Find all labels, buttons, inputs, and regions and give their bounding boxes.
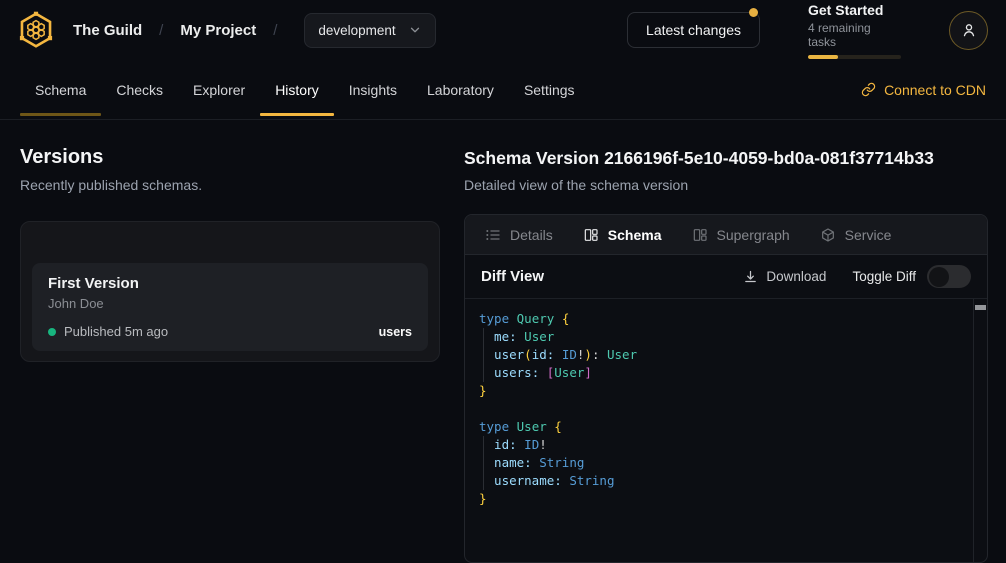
panel-tabs: Details Schema Supergraph Service (465, 215, 987, 255)
version-list-item[interactable]: First Version John Doe Published 5m ago … (32, 263, 428, 351)
nav-tabs: SchemaChecksExplorerHistoryInsightsLabor… (20, 60, 590, 119)
panel-tab-label: Schema (608, 227, 662, 243)
box-icon (820, 227, 836, 243)
schema-version-subtitle: Detailed view of the schema version (464, 176, 988, 194)
list-icon (485, 227, 501, 243)
get-started-title: Get Started (808, 2, 901, 18)
nav-tab-checks[interactable]: Checks (101, 60, 178, 119)
versions-subtitle: Recently published schemas. (20, 176, 440, 194)
code-line: type Query { (479, 310, 963, 328)
toggle-diff-switch[interactable] (927, 265, 971, 288)
toggle-diff-knob (929, 267, 949, 287)
connect-to-cdn-label: Connect to CDN (884, 82, 986, 98)
org-link[interactable]: The Guild (73, 22, 142, 39)
columns-icon (692, 227, 708, 243)
code-line: user(id: ID!): User (479, 346, 963, 364)
versions-section: Versions Recently published schemas. Fir… (20, 146, 440, 563)
schema-sdl-code[interactable]: type Query { me: User user(id: ID!): Use… (465, 299, 987, 518)
nav-tab-history[interactable]: History (260, 60, 334, 119)
version-author: John Doe (48, 296, 412, 312)
panel-tab-supergraph[interactable]: Supergraph (692, 227, 790, 243)
versions-title: Versions (20, 146, 440, 168)
get-started-subtitle: 4 remaining tasks (808, 21, 901, 49)
schema-code-viewer: type Query { me: User user(id: ID!): Use… (465, 299, 987, 562)
diff-toolbar: Diff View Download Toggle Diff (465, 255, 987, 299)
breadcrumb-separator: / (273, 22, 277, 39)
code-line: } (479, 490, 963, 508)
code-line: type User { (479, 418, 963, 436)
project-link[interactable]: My Project (180, 22, 256, 39)
panel-tab-label: Details (510, 227, 553, 243)
get-started-progressbar (808, 55, 901, 59)
code-line (479, 400, 963, 418)
nav-tab-schema[interactable]: Schema (20, 60, 101, 119)
panel-tab-label: Supergraph (717, 227, 790, 243)
download-icon (743, 269, 758, 284)
breadcrumb: The Guild / My Project / development (16, 10, 436, 50)
panel-tab-schema[interactable]: Schema (583, 227, 662, 243)
main-content: Versions Recently published schemas. Fir… (0, 120, 1006, 563)
code-line: name: String (479, 454, 963, 472)
diff-view-title: Diff View (481, 268, 544, 285)
code-line: id: ID! (479, 436, 963, 454)
breadcrumb-separator: / (159, 22, 163, 39)
schema-version-title: Schema Version 2166196f-5e10-4059-bd0a-0… (464, 147, 988, 169)
code-line: users: [User] (479, 364, 963, 382)
link-icon (861, 82, 876, 97)
download-button[interactable]: Download (743, 269, 826, 284)
published-status-dot (48, 328, 56, 336)
chevron-down-icon (408, 23, 422, 37)
version-status: Published 5m ago (64, 324, 168, 339)
notification-dot (749, 8, 758, 17)
version-name: First Version (48, 275, 412, 293)
get-started-widget[interactable]: Get Started 4 remaining tasks (808, 2, 901, 59)
schema-version-panel: Details Schema Supergraph Service Diff View… (464, 214, 988, 563)
hive-logo-icon[interactable] (16, 10, 56, 50)
panel-tab-details[interactable]: Details (485, 227, 553, 243)
main-nav: SchemaChecksExplorerHistoryInsightsLabor… (0, 60, 1006, 120)
nav-tab-explorer[interactable]: Explorer (178, 60, 260, 119)
environment-value: development (318, 23, 395, 38)
get-started-progress-fill (808, 55, 838, 59)
nav-tab-insights[interactable]: Insights (334, 60, 412, 119)
latest-changes-button[interactable]: Latest changes (627, 12, 760, 48)
person-icon (960, 21, 978, 39)
code-line: username: String (479, 472, 963, 490)
nav-tab-laboratory[interactable]: Laboratory (412, 60, 509, 119)
versions-card: First Version John Doe Published 5m ago … (20, 221, 440, 362)
panel-tab-label: Service (845, 227, 892, 243)
connect-to-cdn-button[interactable]: Connect to CDN (861, 82, 986, 98)
latest-changes-label: Latest changes (646, 22, 741, 38)
user-avatar[interactable] (949, 11, 988, 50)
nav-tab-settings[interactable]: Settings (509, 60, 590, 119)
toggle-diff-label: Toggle Diff (852, 269, 916, 284)
columns-icon (583, 227, 599, 243)
code-scrollbar-thumb[interactable] (975, 305, 986, 310)
environment-select[interactable]: development (304, 13, 435, 48)
panel-tab-service[interactable]: Service (820, 227, 892, 243)
download-label: Download (766, 269, 826, 284)
code-line: } (479, 382, 963, 400)
version-service-badge: users (379, 325, 412, 339)
top-header: The Guild / My Project / development Lat… (0, 0, 1006, 60)
code-scrollbar-track[interactable] (973, 299, 987, 562)
schema-version-section: Schema Version 2166196f-5e10-4059-bd0a-0… (464, 146, 988, 563)
code-line: me: User (479, 328, 963, 346)
